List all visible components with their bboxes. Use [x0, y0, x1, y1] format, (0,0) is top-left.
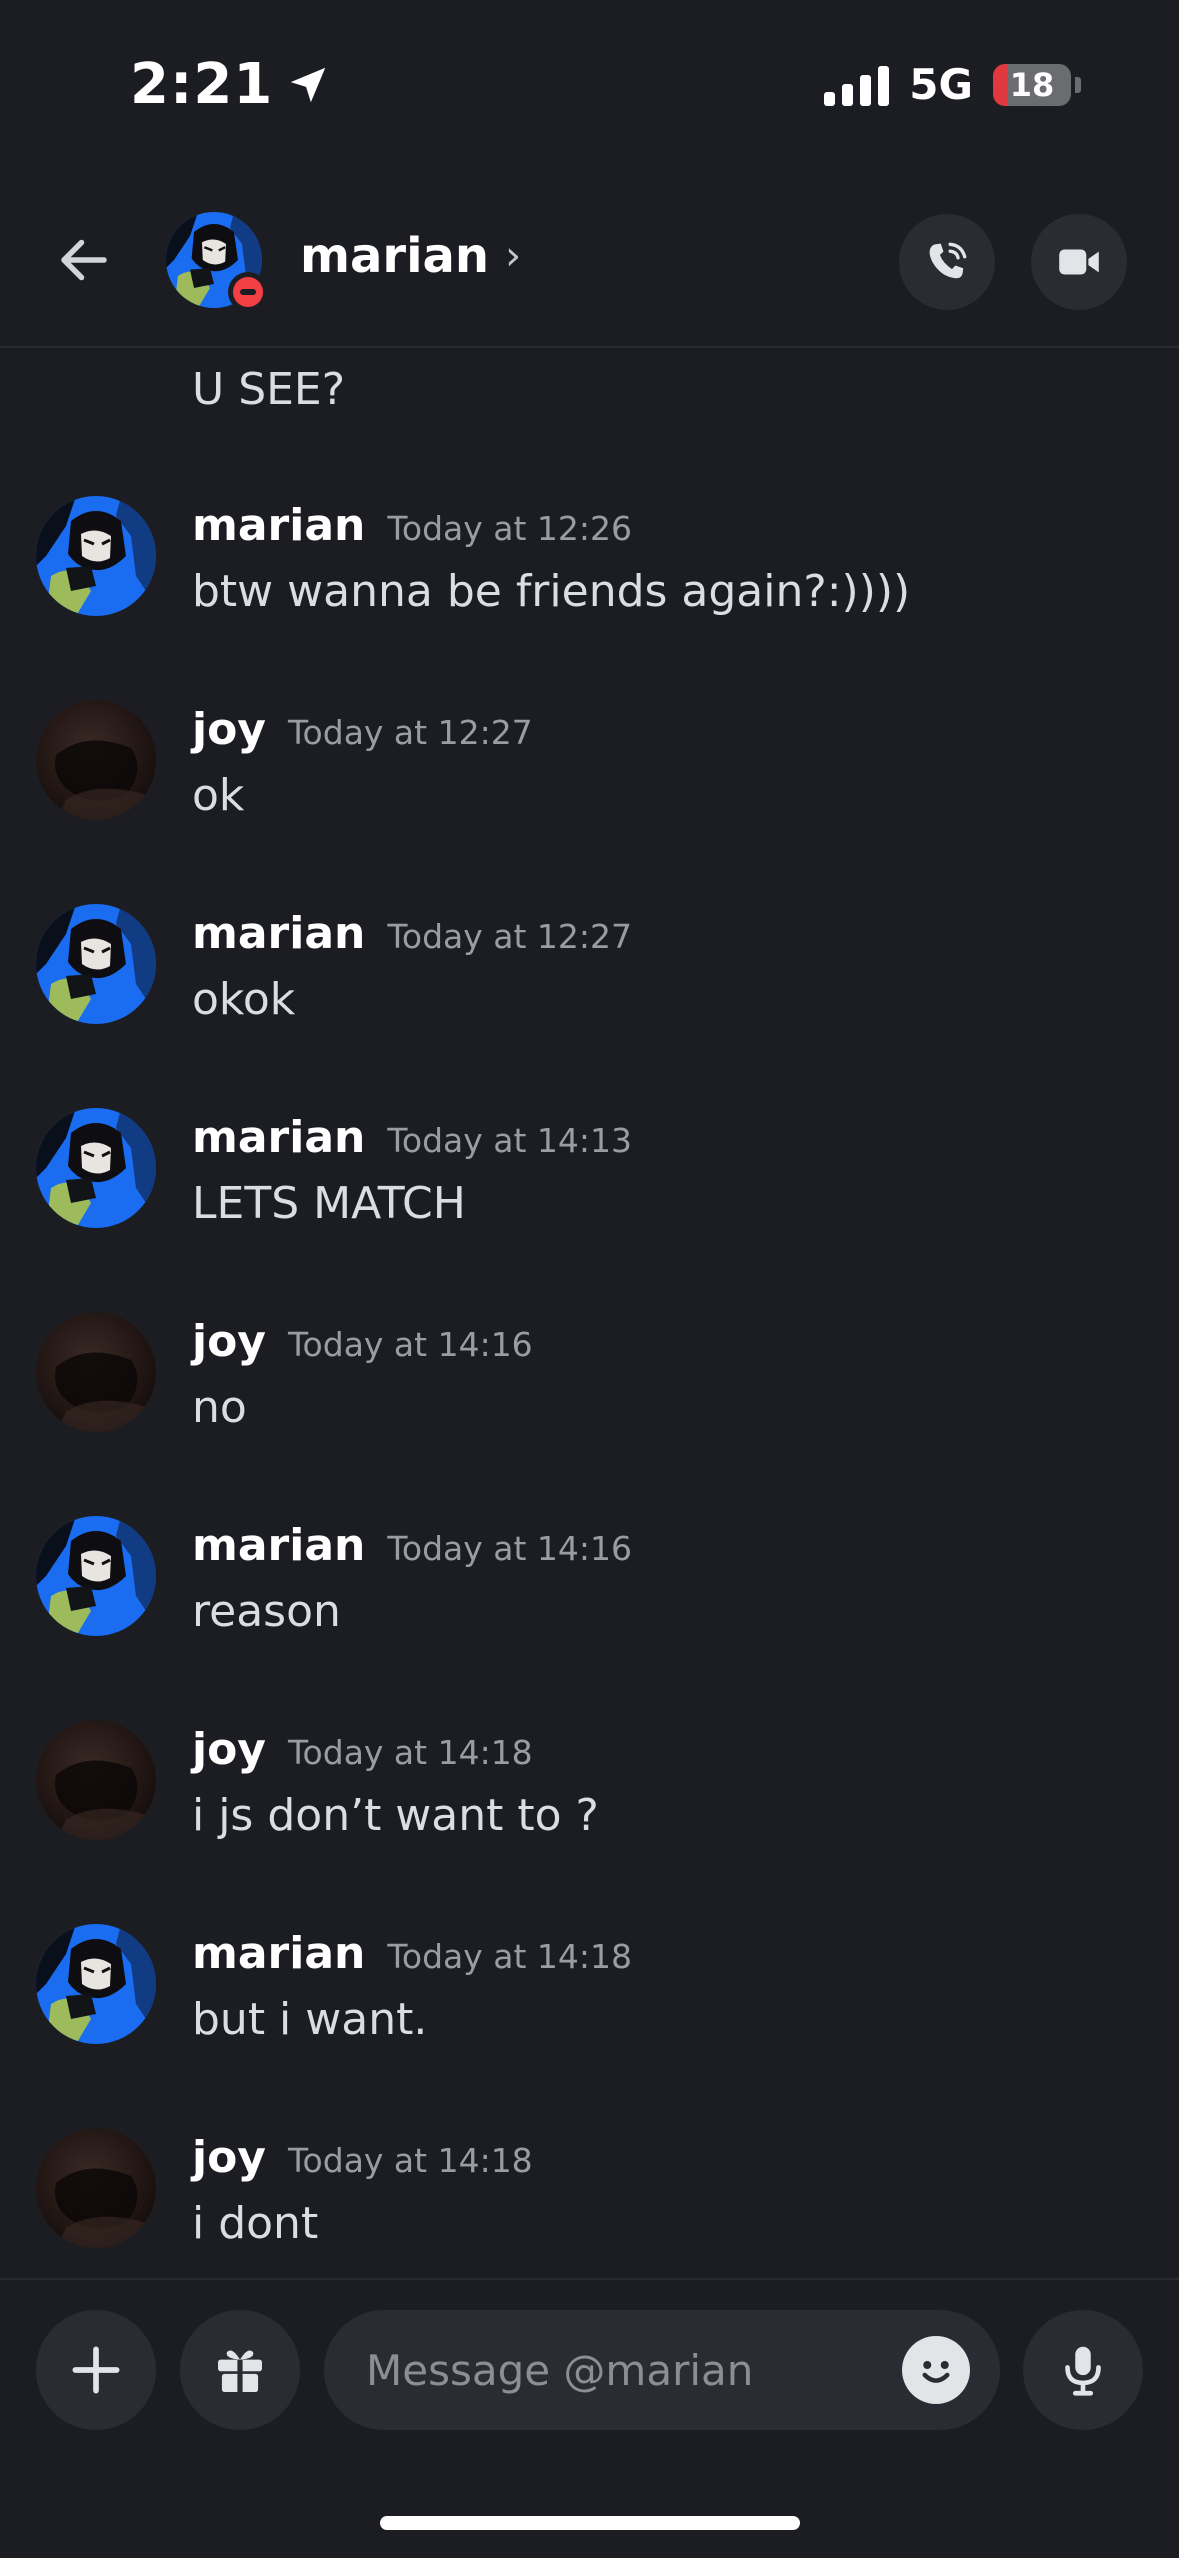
message-text: btw wanna be friends again?:)))): [192, 566, 911, 617]
battery-percent: 18: [1009, 65, 1055, 104]
message-timestamp: Today at 14:18: [288, 1733, 533, 1772]
message-row[interactable]: joy Today at 14:18 i dont: [0, 2128, 1179, 2278]
voice-call-button[interactable]: [899, 214, 995, 310]
message-row[interactable]: marian Today at 14:16 reason: [0, 1516, 1179, 1706]
home-indicator[interactable]: [380, 2516, 800, 2530]
microphone-icon: [1065, 2346, 1101, 2396]
message-row[interactable]: marian Today at 12:26 btw wanna be friend…: [0, 496, 1179, 686]
message-row[interactable]: marian Today at 12:27 okok: [0, 904, 1179, 1094]
plus-icon: [72, 2346, 120, 2394]
attach-button[interactable]: [36, 2310, 156, 2430]
message-row[interactable]: joy Today at 14:18 i js don’t want to ?: [0, 1720, 1179, 1910]
recipient-name-button[interactable]: marian ›: [300, 228, 521, 284]
message-author[interactable]: joy: [192, 2132, 266, 2183]
avatar[interactable]: [36, 1924, 156, 2044]
message-list[interactable]: U SEE? marian Today at 12:26 btw wanna be…: [0, 348, 1179, 2278]
network-type: 5G: [909, 60, 973, 109]
avatar[interactable]: [36, 1312, 156, 1432]
message-author[interactable]: joy: [192, 704, 266, 755]
message-row[interactable]: marian Today at 14:13 LETS MATCH: [0, 1108, 1179, 1298]
dm-header: marian ›: [0, 180, 1179, 348]
message-timestamp: Today at 12:27: [288, 713, 533, 752]
message-author[interactable]: marian: [192, 908, 365, 959]
message-row[interactable]: joy Today at 14:16 no: [0, 1312, 1179, 1502]
message-text: ok: [192, 770, 245, 821]
message-text: no: [192, 1382, 247, 1433]
avatar[interactable]: [36, 1720, 156, 1840]
avatar[interactable]: [36, 2128, 156, 2248]
message-author[interactable]: joy: [192, 1316, 266, 1367]
location-arrow-icon: [291, 67, 326, 102]
emoji-button[interactable]: [902, 2336, 970, 2404]
message-row[interactable]: joy Today at 12:27 ok: [0, 700, 1179, 890]
cellular-signal-icon: [824, 64, 890, 106]
message-author[interactable]: marian: [192, 1112, 365, 1163]
message-timestamp: Today at 14:13: [387, 1121, 633, 1160]
message-text: U SEE?: [192, 364, 346, 415]
message-text: reason: [192, 1586, 341, 1637]
chevron-right-icon: ›: [505, 233, 522, 279]
message-timestamp: Today at 12:26: [387, 509, 633, 548]
message-row[interactable]: marian Today at 14:18 but i want.: [0, 1924, 1179, 2114]
message-input[interactable]: [324, 2310, 1000, 2430]
video-call-icon: [1059, 249, 1099, 275]
recipient-name: marian: [300, 228, 490, 284]
voice-call-icon: [929, 242, 967, 279]
gift-button[interactable]: [180, 2310, 300, 2430]
message-text: okok: [192, 974, 296, 1025]
message-text: but i want.: [192, 1994, 428, 2045]
message-timestamp: Today at 14:18: [288, 2141, 533, 2180]
gift-icon: [218, 2350, 262, 2392]
avatar[interactable]: [36, 700, 156, 820]
battery-icon: 18: [993, 63, 1071, 106]
dnd-status-badge: [228, 272, 268, 312]
message-author[interactable]: marian: [192, 1928, 365, 1979]
back-arrow-icon: [61, 239, 107, 281]
message-author[interactable]: marian: [192, 1520, 365, 1571]
status-bar: 2:21 5G 18: [0, 0, 1179, 180]
avatar[interactable]: [36, 904, 156, 1024]
avatar[interactable]: [36, 496, 156, 616]
message-text: i dont: [192, 2198, 319, 2249]
message-timestamp: Today at 12:27: [387, 917, 633, 956]
message-author[interactable]: marian: [192, 500, 365, 551]
clock-text: 2:21: [130, 52, 274, 117]
message-author[interactable]: joy: [192, 1724, 266, 1775]
message-timestamp: Today at 14:16: [288, 1325, 533, 1364]
message-timestamp: Today at 14:18: [387, 1937, 633, 1976]
emoji-icon: [922, 2361, 950, 2383]
video-call-button[interactable]: [1031, 214, 1127, 310]
back-button[interactable]: [48, 224, 120, 296]
voice-message-button[interactable]: [1023, 2310, 1143, 2430]
avatar[interactable]: [36, 1516, 156, 1636]
status-indicators: 5G 18: [824, 60, 1081, 109]
battery-tip: [1075, 76, 1081, 93]
message-timestamp: Today at 14:16: [387, 1529, 633, 1568]
status-time: 2:21: [130, 52, 331, 117]
avatar[interactable]: [36, 1108, 156, 1228]
message-text: i js don’t want to ?: [192, 1790, 599, 1841]
message-text: LETS MATCH: [192, 1178, 466, 1229]
